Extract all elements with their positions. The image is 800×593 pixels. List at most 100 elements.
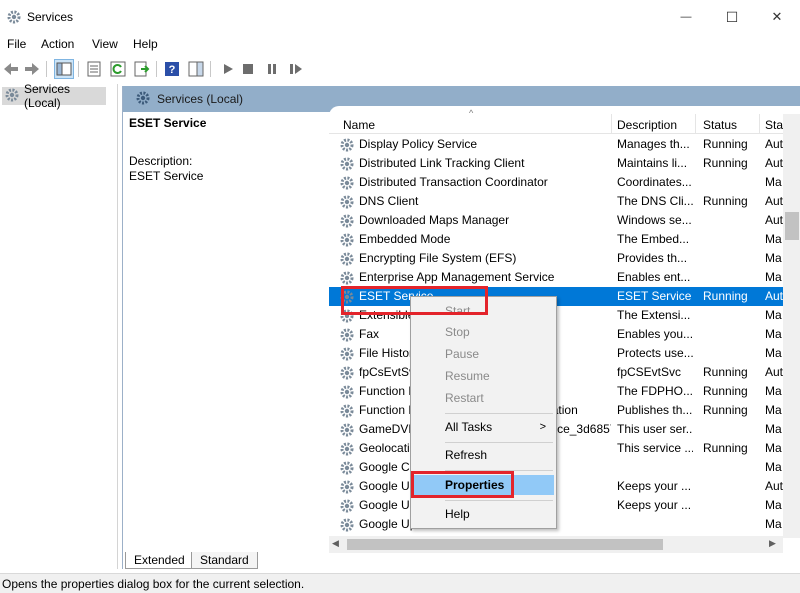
stop-service-icon[interactable] <box>238 59 258 79</box>
column-divider[interactable] <box>611 114 612 134</box>
service-gear-icon <box>339 403 355 419</box>
table-row[interactable]: ESET Service ESET Service Running Aut <box>329 287 800 306</box>
window-title: Services <box>27 10 74 24</box>
description-value: ESET Service <box>129 169 204 183</box>
list-rows: Display Policy Service Manages th... Runni… <box>329 135 800 534</box>
table-row[interactable]: Embedded Mode The Embed... Ma <box>329 230 800 249</box>
vertical-scrollbar[interactable] <box>783 114 800 538</box>
table-row[interactable]: Google Update Service (gupdate)Keeps you… <box>329 477 800 496</box>
menu-item-refresh[interactable]: Refresh <box>413 445 554 465</box>
services-gear-icon <box>135 90 151 109</box>
service-description: The FDPHO... <box>617 384 693 398</box>
menu-file[interactable]: File <box>7 37 26 51</box>
service-description: ESET Service <box>617 289 692 303</box>
service-gear-icon <box>339 517 355 533</box>
selected-service-title: ESET Service <box>129 116 207 130</box>
table-row[interactable]: Google Updater ServiceMa <box>329 515 800 534</box>
service-status: Running <box>703 137 748 151</box>
maximize-icon: ☐ <box>725 8 739 25</box>
service-gear-icon <box>339 194 355 210</box>
table-row[interactable]: fpCsEvtSvc fpCSEvtSvc Running Aut <box>329 363 800 382</box>
close-button[interactable]: ✕ <box>754 0 800 34</box>
minimize-button[interactable]: — <box>663 0 709 34</box>
service-description: The DNS Cli... <box>617 194 693 208</box>
scroll-right-icon[interactable]: ▶ <box>769 538 776 549</box>
table-row[interactable]: Function Discovery Provider HostThe FDPH… <box>329 382 800 401</box>
menu-item-pause[interactable]: Pause <box>413 344 554 364</box>
table-row[interactable]: Function Discovery Resource PublicationP… <box>329 401 800 420</box>
menu-item-restart[interactable]: Restart <box>413 388 554 408</box>
tab-standard[interactable]: Standard <box>191 552 258 569</box>
service-description: Keeps your ... <box>617 479 692 493</box>
service-description: Enables you... <box>617 327 693 341</box>
service-name: DNS Client <box>359 194 419 208</box>
column-header-description[interactable]: Description <box>617 118 677 132</box>
export-list-icon[interactable] <box>132 59 152 79</box>
tree-item-services-local[interactable]: Services (Local) <box>2 82 106 110</box>
service-gear-icon <box>339 213 355 229</box>
status-text: Opens the properties dialog box for the … <box>2 577 305 591</box>
service-description: Enables ent... <box>617 270 691 284</box>
service-status: Running <box>703 384 748 398</box>
tab-extended[interactable]: Extended <box>125 552 194 569</box>
maximize-button[interactable]: ☐ <box>709 0 755 34</box>
forward-icon[interactable] <box>22 59 42 79</box>
menu-item-stop[interactable]: Stop <box>413 322 554 342</box>
table-row[interactable]: Google Chrome Elevation ServiceMa <box>329 458 800 477</box>
help-icon[interactable]: ? <box>162 59 182 79</box>
menu-item-all-tasks[interactable]: All Tasks > <box>413 417 554 437</box>
menu-item-start[interactable]: Start <box>413 301 554 321</box>
menu-item-properties[interactable]: Properties <box>413 475 554 495</box>
refresh-icon[interactable] <box>108 59 128 79</box>
service-status: Running <box>703 365 748 379</box>
menu-item-resume[interactable]: Resume <box>413 366 554 386</box>
restart-service-icon[interactable] <box>286 59 306 79</box>
column-divider[interactable] <box>759 114 760 134</box>
start-service-icon[interactable] <box>218 59 238 79</box>
horizontal-scrollbar[interactable]: ◀ ▶ <box>329 536 783 553</box>
service-gear-icon <box>339 384 355 400</box>
table-row[interactable]: Downloaded Maps Manager Windows se... Aut <box>329 211 800 230</box>
table-row[interactable]: Distributed Transaction Coordinator Coord… <box>329 173 800 192</box>
scroll-left-icon[interactable]: ◀ <box>332 538 339 549</box>
service-description: Windows se... <box>617 213 692 227</box>
table-row[interactable]: Distributed Link Tracking Client Maintain… <box>329 154 800 173</box>
console-tree: Services (Local) <box>0 82 118 569</box>
vertical-scroll-thumb[interactable] <box>785 212 799 240</box>
action-pane-icon[interactable] <box>186 59 206 79</box>
service-gear-icon <box>339 270 355 286</box>
table-row[interactable]: Extensible Authentication ProtocolThe Ex… <box>329 306 800 325</box>
menu-item-help[interactable]: Help <box>413 504 554 524</box>
table-row[interactable]: Enterprise App Management Service Enables… <box>329 268 800 287</box>
menu-view[interactable]: View <box>92 37 118 51</box>
table-row[interactable]: Display Policy Service Manages th... Runni… <box>329 135 800 154</box>
pause-service-icon[interactable] <box>262 59 282 79</box>
menu-help[interactable]: Help <box>133 37 158 51</box>
toolbar-separator <box>210 61 211 77</box>
show-hide-console-tree-icon[interactable] <box>54 59 74 79</box>
table-row[interactable]: GameDVR and Broadcast User Service_3d685… <box>329 420 800 439</box>
column-header-name[interactable]: Name <box>343 118 375 132</box>
service-gear-icon <box>339 137 355 153</box>
table-row[interactable]: DNS Client The DNS Cli... Running Aut <box>329 192 800 211</box>
table-row[interactable]: Geolocation ServiceThis service ...Runni… <box>329 439 800 458</box>
table-row[interactable]: Encrypting File System (EFS) Provides th.… <box>329 249 800 268</box>
description-label: Description: <box>129 154 193 168</box>
svg-text:?: ? <box>169 64 176 76</box>
service-description: Coordinates... <box>617 175 692 189</box>
menu-action[interactable]: Action <box>41 37 74 51</box>
column-header-status[interactable]: Status <box>703 118 737 132</box>
back-icon[interactable] <box>1 59 21 79</box>
table-row[interactable]: File History ServiceProtects use...Ma <box>329 344 800 363</box>
column-divider[interactable] <box>695 114 696 134</box>
properties-icon[interactable] <box>84 59 104 79</box>
table-row[interactable]: Fax Enables you... Ma <box>329 325 800 344</box>
menu-bar: File Action View Help <box>0 34 800 54</box>
service-gear-icon <box>339 232 355 248</box>
close-icon: ✕ <box>771 9 783 24</box>
service-gear-icon <box>339 441 355 457</box>
menu-separator <box>445 442 553 443</box>
service-name: Distributed Link Tracking Client <box>359 156 525 170</box>
horizontal-scroll-thumb[interactable] <box>347 539 663 550</box>
table-row[interactable]: Google Update Service (gupdatem)Keeps yo… <box>329 496 800 515</box>
